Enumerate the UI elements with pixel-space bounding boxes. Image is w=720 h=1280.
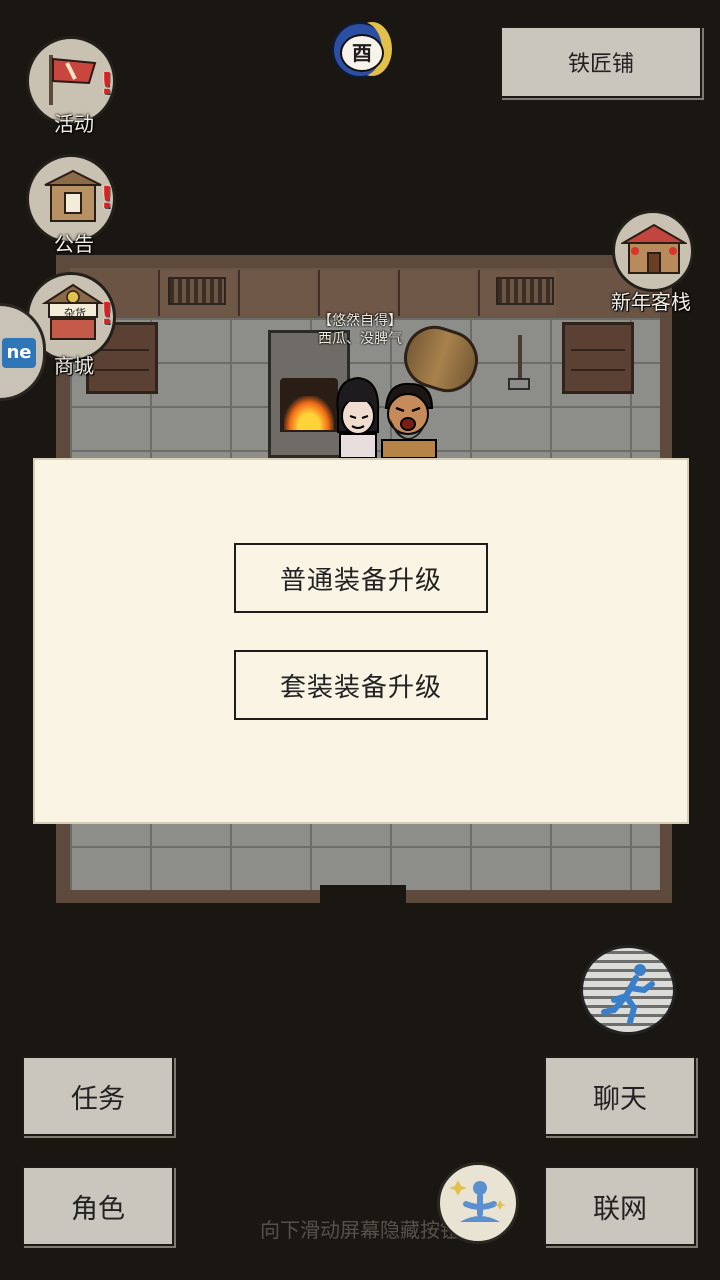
wall-panel	[318, 270, 396, 316]
wall-panel	[238, 270, 316, 316]
location-blacksmith-button[interactable]: 铁匠铺	[500, 26, 702, 98]
exclamation-icon: !	[100, 297, 114, 332]
running-man-icon	[601, 964, 655, 1024]
npc-title: 【悠然自得】	[318, 313, 402, 329]
player-character-girl[interactable]	[330, 372, 384, 458]
upgrade-dialog	[33, 458, 689, 824]
network-button[interactable]: 联网	[544, 1166, 696, 1246]
pavilion-icon	[44, 169, 102, 222]
time-period-label: 酉	[340, 34, 384, 72]
wooden-cabinet-right[interactable]	[562, 322, 634, 394]
room-doorway[interactable]	[320, 885, 406, 905]
hammer-head	[508, 378, 530, 390]
new-year-inn-label: 新年客栈	[611, 290, 691, 314]
fire-icon	[284, 396, 334, 430]
npc-nameplate: 【悠然自得】 西瓜、没脾气	[290, 312, 430, 348]
exclamation-icon: !	[100, 67, 114, 102]
announcement-label: 公告	[54, 232, 94, 256]
wall-vent	[168, 277, 226, 305]
new-year-inn-button[interactable]	[612, 210, 694, 292]
exclamation-icon: !	[100, 181, 114, 216]
meditation-icon	[449, 1180, 506, 1222]
side-tab-logo: ne	[2, 338, 36, 368]
quest-button[interactable]: 任务	[22, 1056, 174, 1136]
wall-panel	[398, 270, 476, 316]
flag-icon	[49, 55, 97, 105]
npc-name: 西瓜、没脾气	[318, 331, 402, 347]
character-button[interactable]: 角色	[22, 1166, 174, 1246]
normal-equipment-upgrade-button[interactable]: 普通装备升级	[234, 543, 488, 613]
shop-sign-text: 杂货	[64, 307, 86, 320]
blacksmith-npc[interactable]	[378, 380, 440, 458]
inn-building-icon	[621, 223, 687, 274]
chat-button[interactable]: 聊天	[544, 1056, 696, 1136]
wall-vent	[496, 277, 554, 305]
set-equipment-upgrade-button[interactable]: 套装装备升级	[234, 650, 488, 720]
activity-label: 活动	[54, 112, 94, 136]
hammer-icon	[518, 335, 522, 381]
